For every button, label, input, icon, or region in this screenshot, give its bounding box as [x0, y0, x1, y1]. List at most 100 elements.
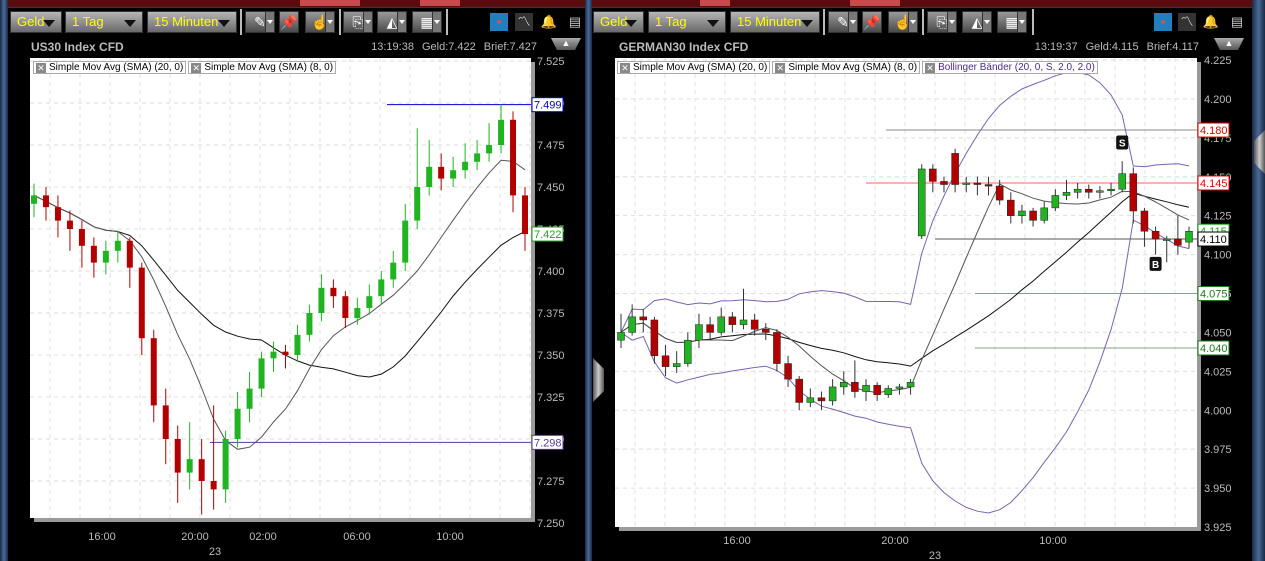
candle-body [773, 332, 781, 364]
bell-icon[interactable]: 🔔 [1202, 13, 1220, 31]
candle-body [717, 316, 725, 333]
candle-body [962, 182, 971, 185]
y-tick-label: 4.125 [1204, 211, 1232, 223]
price-level-label: 4.145 [1200, 178, 1228, 190]
y-tick-label: 3.925 [1204, 522, 1232, 534]
price-type-dropdown[interactable]: Geld [10, 11, 62, 33]
chevron-down-icon [982, 12, 991, 32]
close-icon[interactable]: ✕ [775, 62, 786, 73]
candle-body [162, 405, 169, 439]
indicator-bollinger[interactable]: ✕ Bollinger Bänder (20, 0, S, 2.0, 2.0) [922, 61, 1098, 74]
candle-body [270, 351, 277, 359]
candle-body [294, 334, 301, 355]
candle-body [78, 229, 85, 246]
price-type-label: Geld [17, 14, 45, 29]
y-tick-label: 7.325 [537, 392, 565, 404]
candle-body [739, 319, 748, 325]
candle-body [672, 363, 681, 367]
indicator-sma8[interactable]: ✕ Simple Mov Avg (SMA) (8, 0) [188, 61, 337, 74]
candle-body [906, 381, 915, 388]
candle-body [750, 319, 759, 330]
y-tick-label: 7.450 [537, 182, 565, 194]
x-tick-label: 20:00 [181, 531, 209, 543]
candle-body [222, 439, 229, 490]
candle-body [929, 168, 937, 182]
chart-type-button[interactable]: ◭ [962, 11, 992, 33]
plot-area [30, 58, 531, 518]
chart-icon: ◭ [971, 14, 983, 30]
period-dropdown[interactable]: 1 Tag [65, 11, 143, 33]
news-icon[interactable]: ▤ [1228, 13, 1246, 31]
cursor-tool-button[interactable]: ☝ [888, 11, 918, 33]
candle-body [1096, 190, 1104, 193]
candle-body [390, 262, 397, 280]
right-panel-resize-handle[interactable] [593, 358, 604, 402]
y-tick-label: 3.950 [1204, 483, 1232, 495]
news-icon[interactable]: ▤ [566, 13, 584, 31]
candle-body [366, 296, 373, 308]
interval-dropdown[interactable]: 15 Minuten [147, 11, 237, 33]
price-type-dropdown[interactable]: Geld [593, 11, 644, 33]
template-button[interactable]: ⎘ [927, 11, 957, 33]
candle-body [873, 385, 881, 395]
bid-price: Geld:4.115 [1085, 41, 1139, 53]
candle-body [450, 170, 457, 179]
close-icon[interactable]: ✕ [925, 62, 936, 73]
close-icon[interactable]: ✕ [191, 62, 202, 73]
candle-body [90, 245, 97, 263]
window-frame-left [0, 0, 8, 561]
draw-tool-button[interactable]: ✎ [245, 11, 275, 33]
candle-body [438, 166, 445, 179]
candle-body [951, 153, 959, 185]
close-icon[interactable]: ✕ [36, 62, 46, 73]
period-dropdown[interactable]: 1 Tag [648, 11, 726, 33]
date-label: 23 [209, 546, 221, 558]
candle-body [839, 381, 848, 388]
interval-dropdown[interactable]: 15 Minuten [730, 11, 820, 33]
x-tick-label: 16:00 [88, 531, 116, 543]
x-tick-label: 02:00 [249, 531, 277, 543]
cursor-tool-button[interactable]: ☝ [305, 11, 335, 33]
layout-icon[interactable]: ▪ [490, 13, 508, 31]
candle-body [306, 313, 313, 335]
y-tick-label: 7.350 [537, 350, 565, 362]
y-tick-label: 7.275 [537, 476, 565, 488]
quote-time: 13:19:38 [371, 41, 414, 53]
candle-body [684, 339, 692, 364]
chart-type-button[interactable]: ◭ [377, 11, 407, 33]
us30-chart[interactable]: 7.5257.5007.4757.4507.4257.4007.3757.350… [8, 36, 585, 561]
german30-chart[interactable]: 4.2254.2004.1754.1504.1254.1004.0754.050… [605, 36, 1252, 561]
divider [823, 9, 825, 35]
pin-button[interactable]: 📌 [862, 11, 882, 33]
candle-body [42, 195, 49, 208]
layout-icon[interactable]: ▪ [1154, 13, 1172, 31]
chevron-down-icon [124, 20, 136, 27]
bell-icon[interactable]: 🔔 [540, 13, 558, 31]
candle-body [1073, 188, 1082, 193]
divider [922, 9, 924, 35]
indicator-label: Simple Mov Avg (SMA) (8, 0) [788, 62, 918, 73]
chart-window-icon[interactable]: 〽 [1178, 13, 1196, 31]
candle-body [522, 195, 528, 235]
divider [446, 9, 448, 35]
indicator-sma20[interactable]: ✕ Simple Mov Avg (SMA) (20, 0) [617, 61, 771, 74]
grid-button[interactable]: ▦ [412, 11, 442, 33]
candle-body [426, 166, 433, 187]
candle-body [318, 287, 325, 313]
panel-divider[interactable] [585, 0, 592, 561]
candle-body [984, 184, 993, 187]
close-icon[interactable]: ✕ [620, 62, 630, 73]
price-level-label: 7.499 [534, 100, 562, 112]
draw-tool-button[interactable]: ✎ [828, 11, 858, 33]
grid-button[interactable]: ▦ [997, 11, 1027, 33]
chevron-up-icon: ▲ [1224, 38, 1234, 48]
pin-button[interactable]: 📌 [279, 11, 299, 33]
indicator-sma20[interactable]: ✕ Simple Mov Avg (SMA) (20, 0) [33, 61, 187, 74]
indicator-sma8[interactable]: ✕ Simple Mov Avg (SMA) (8, 0) [772, 61, 921, 74]
bid-price: Geld:7.422 [421, 41, 476, 53]
ask-price: Brief:4.117 [1146, 41, 1199, 53]
chevron-down-icon [265, 12, 274, 32]
template-button[interactable]: ⎘ [343, 11, 373, 33]
chart-window-icon[interactable]: 〽 [515, 13, 533, 31]
chevron-down-icon [397, 12, 406, 32]
